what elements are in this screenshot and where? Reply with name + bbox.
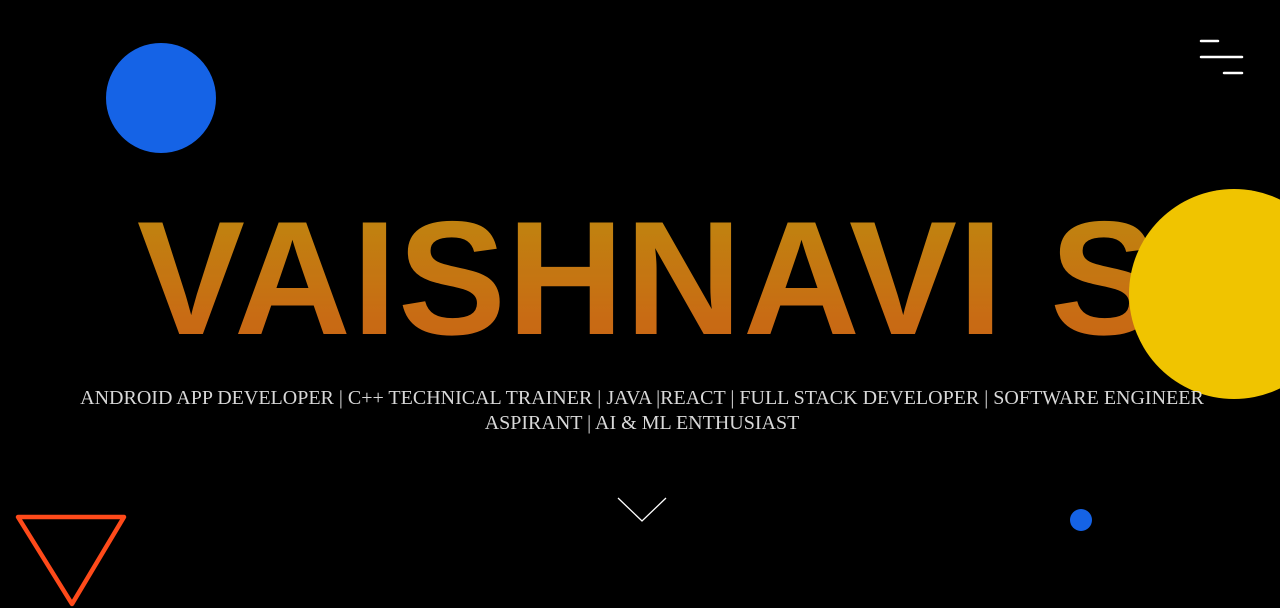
hero-name: VAISHNAVI S <box>0 196 1280 362</box>
hamburger-menu-icon <box>1199 39 1244 75</box>
decorative-triangle <box>12 510 132 608</box>
hero-subtitle: ANDROID APP DEVELOPER | C++ TECHNICAL TR… <box>80 387 1204 434</box>
decorative-blue-circle <box>106 43 216 153</box>
menu-button[interactable] <box>1196 36 1248 78</box>
decorative-small-blue-circle <box>1070 509 1092 531</box>
chevron-down-icon <box>617 497 667 522</box>
hero-section: VAISHNAVI S ANDROID APP DEVELOPER | C++ … <box>0 0 1280 608</box>
scroll-down-button[interactable] <box>614 494 670 526</box>
